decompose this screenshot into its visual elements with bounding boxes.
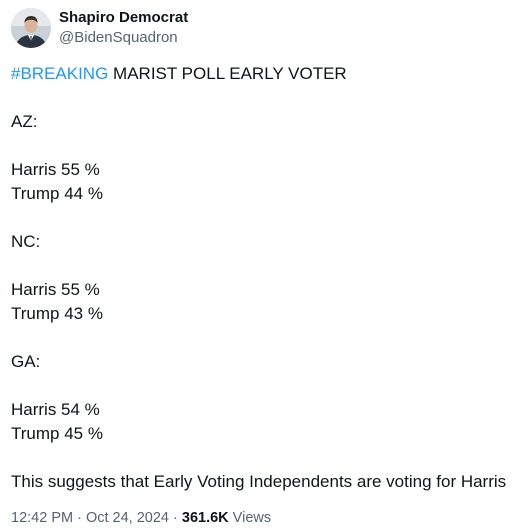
state-label-az: AZ: — [11, 112, 38, 131]
conclusion-text: This suggests that Early Voting Independ… — [11, 472, 507, 491]
state-label-nc: NC: — [11, 232, 41, 251]
tweet-time: 12:42 PM — [11, 510, 74, 526]
views-count[interactable]: 361.6K — [182, 510, 229, 526]
avatar[interactable] — [11, 8, 51, 48]
tweet-date: Oct 24, 2024 — [85, 510, 169, 526]
hashtag-link[interactable]: #BREAKING — [11, 64, 108, 83]
tweet-header: Shapiro Democrat @BidenSquadron — [11, 8, 188, 48]
tweet-meta: 12:42 PM · Oct 24, 2024 · 361.6K Views — [11, 508, 271, 528]
result-line: Harris 55 % — [11, 280, 100, 299]
headline: #BREAKING MARIST POLL EARLY VOTER — [11, 62, 521, 86]
headline-text: MARIST POLL EARLY VOTER — [108, 64, 347, 83]
result-line: Trump 43 % — [11, 304, 103, 323]
timestamp-link[interactable]: 12:42 PM · Oct 24, 2024 — [11, 510, 169, 526]
author-handle[interactable]: @BidenSquadron — [59, 28, 188, 48]
result-line: Harris 54 % — [11, 400, 100, 419]
views-label: Views — [228, 510, 272, 526]
state-label-ga: GA: — [11, 352, 41, 371]
avatar-photo-icon — [11, 8, 51, 48]
tweet: Shapiro Democrat @BidenSquadron #BREAKIN… — [0, 0, 529, 529]
meta-separator: · — [169, 510, 182, 526]
result-line: Harris 55 % — [11, 160, 100, 179]
result-line: Trump 44 % — [11, 184, 103, 203]
meta-separator: · — [73, 510, 86, 526]
author-names: Shapiro Democrat @BidenSquadron — [59, 8, 188, 48]
tweet-text: #BREAKING MARIST POLL EARLY VOTER AZ: Ha… — [11, 62, 521, 494]
result-line: Trump 45 % — [11, 424, 103, 443]
author-display-name[interactable]: Shapiro Democrat — [59, 8, 188, 28]
